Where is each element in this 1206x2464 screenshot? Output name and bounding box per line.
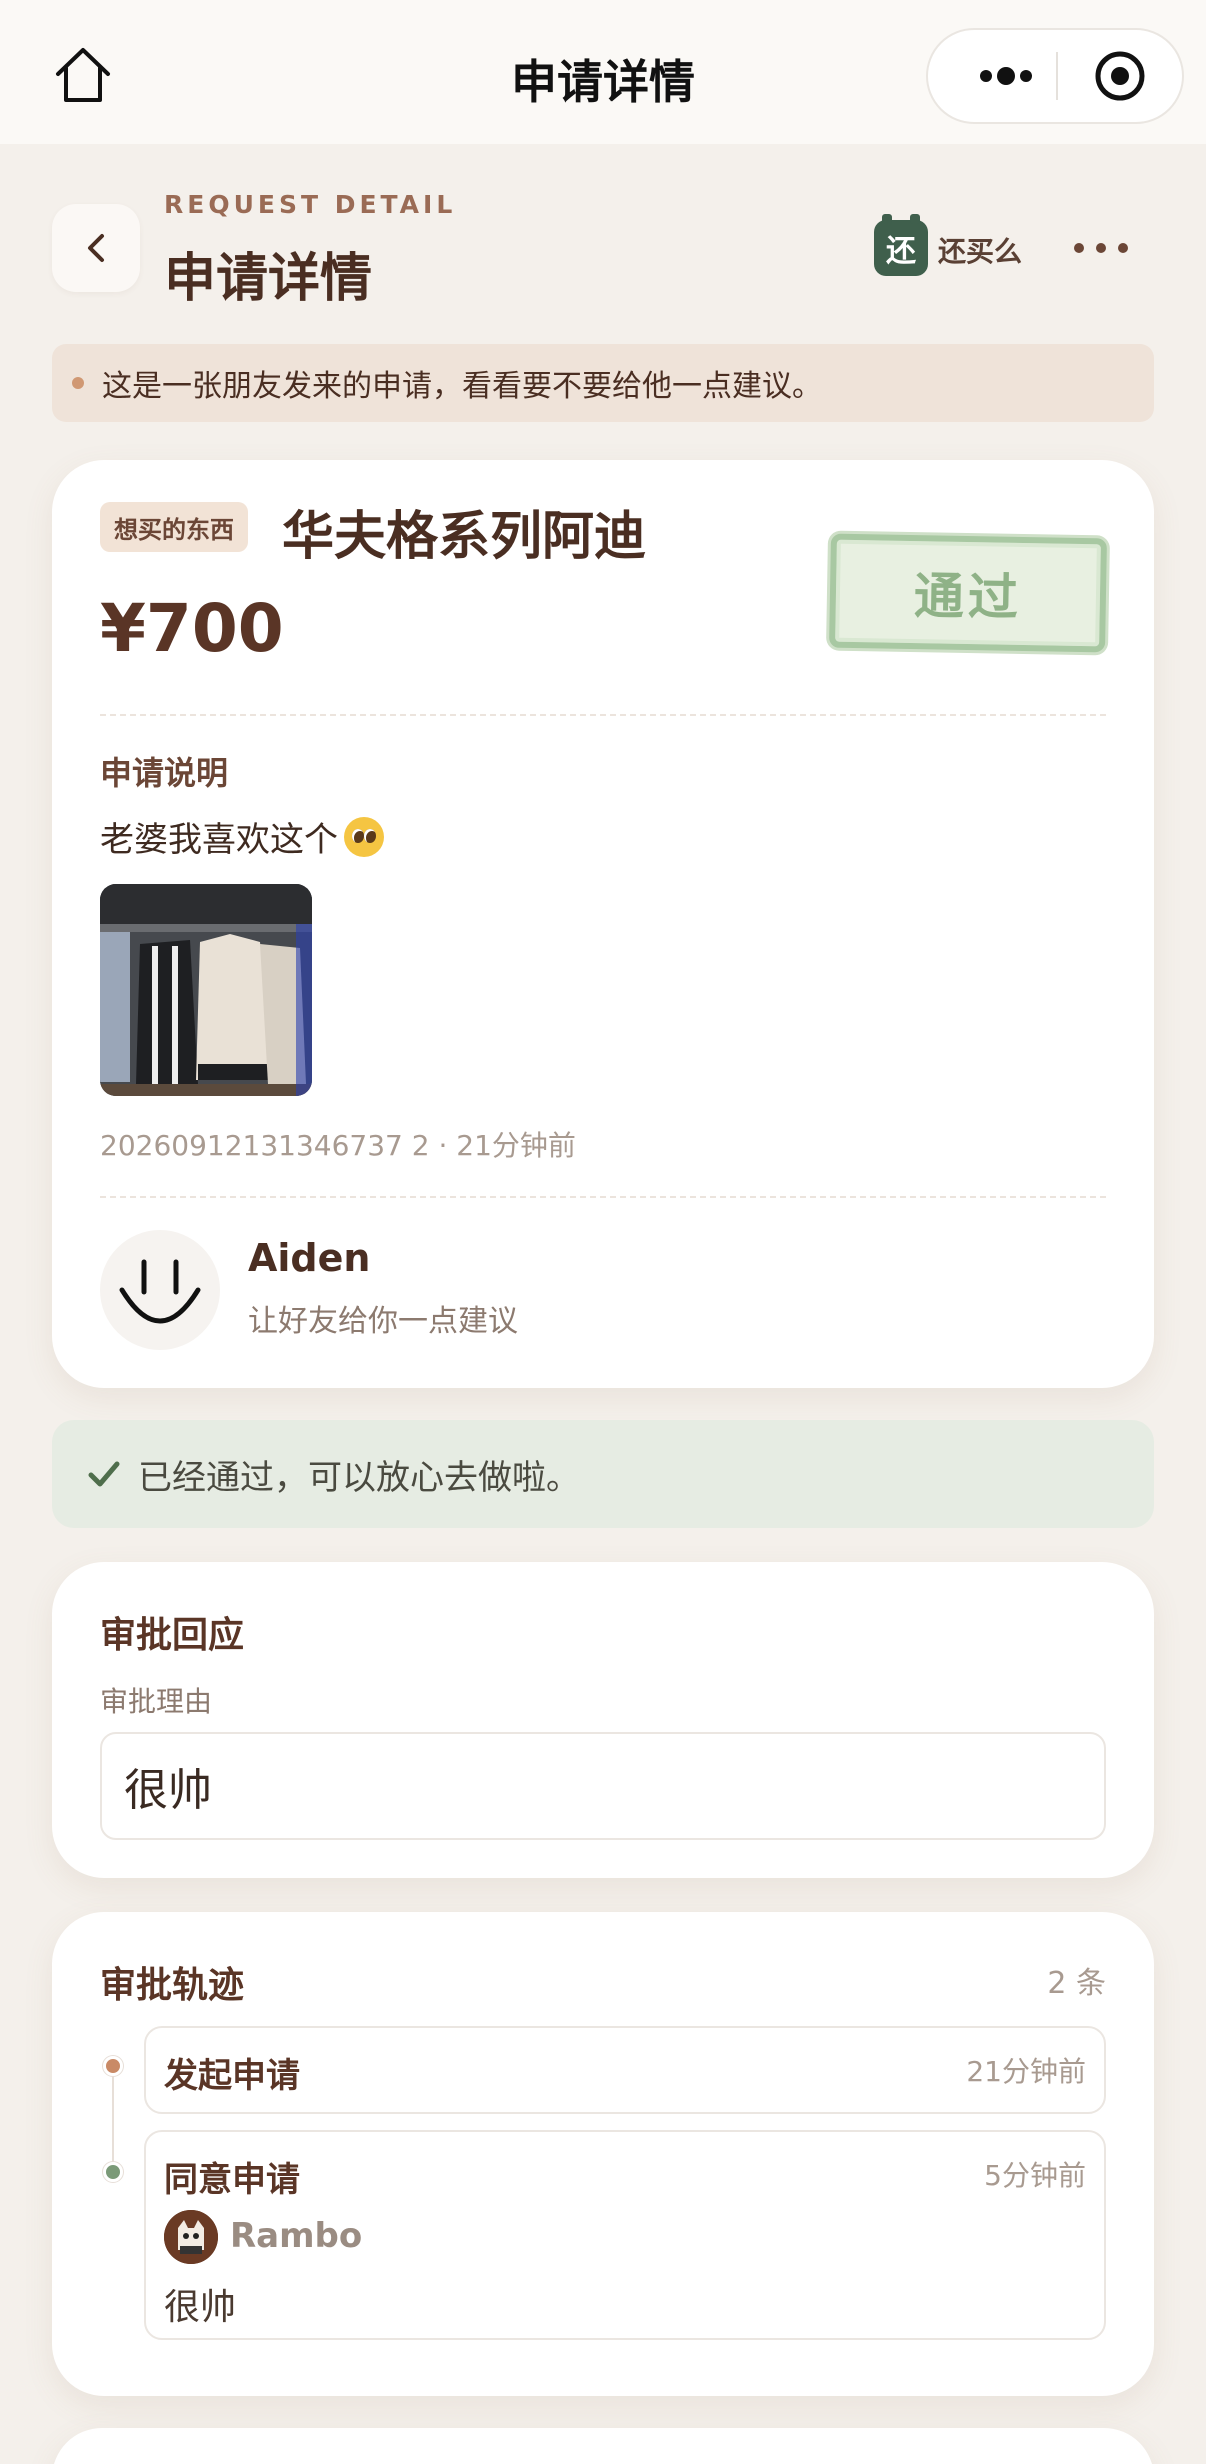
requester-name: Aiden	[248, 1236, 371, 1280]
trail-item: 发起申请 21分钟前	[144, 2026, 1106, 2114]
trail-item-time: 5分钟前	[984, 2159, 1086, 2192]
chevron-left-icon	[88, 234, 104, 262]
trail-item-title: 同意申请	[164, 2160, 300, 2200]
mini-program-navbar: 申请详情	[0, 0, 1206, 144]
approver-avatar[interactable]	[164, 2210, 218, 2264]
description-label: 申请说明	[100, 754, 229, 792]
trail-comment: 很帅	[164, 2287, 237, 2328]
divider	[100, 714, 1106, 716]
more-horizontal-icon[interactable]	[1066, 220, 1136, 276]
item-photo[interactable]	[100, 884, 312, 1096]
approval-trail-card: 审批轨迹 2 条 发起申请 21分钟前 同意申请 5分钟前 Rambo 很帅	[52, 1912, 1154, 2396]
status-text: 已经通过，可以放心去做啦。	[138, 1457, 580, 1498]
timeline-dot	[103, 2056, 123, 2076]
trail-item-title: 发起申请	[164, 2056, 300, 2096]
next-card	[52, 2428, 1154, 2464]
page-title: 申请详情	[164, 249, 373, 309]
item-name: 华夫格系列阿迪	[282, 507, 647, 567]
request-meta: 20260912131346737 2 · 21分钟前	[100, 1129, 576, 1162]
timeline-dot	[103, 2162, 123, 2182]
trail-item: 同意申请 5分钟前 Rambo 很帅	[144, 2130, 1106, 2340]
notice-text: 这是一张朋友发来的申请，看看要不要给他一点建议。	[102, 369, 822, 404]
approval-response-card: 审批回应 审批理由 很帅	[52, 1562, 1154, 1878]
back-button[interactable]	[52, 204, 140, 292]
page-kicker: REQUEST DETAIL	[164, 190, 457, 219]
pleading-face-emoji-icon	[344, 816, 384, 857]
capsule-divider	[1056, 52, 1058, 100]
status-banner: 已经通过，可以放心去做啦。	[52, 1420, 1154, 1528]
notice-dot-icon	[72, 377, 84, 389]
stamp-text: 通过	[913, 567, 1023, 627]
target-icon[interactable]	[1070, 30, 1170, 122]
more-dots-icon[interactable]	[956, 30, 1056, 122]
checkmark-icon	[88, 1461, 120, 1487]
request-card: 想买的东西 华夫格系列阿迪 ¥700 通过 申请说明 老婆我喜欢这个 20260…	[52, 460, 1154, 1388]
capsule-menu	[926, 28, 1184, 124]
trail-count: 2 条	[1047, 1966, 1106, 2001]
item-price: ¥700	[100, 590, 284, 667]
brand-name[interactable]: 还买么	[938, 230, 1022, 270]
trail-item-time: 21分钟前	[966, 2055, 1086, 2088]
reason-field[interactable]: 很帅	[100, 1732, 1106, 1840]
brand-logo-text: 还	[886, 234, 916, 269]
smiley-avatar[interactable]	[100, 1230, 220, 1350]
approved-stamp: 通过	[829, 533, 1107, 653]
timeline-line	[112, 2064, 114, 2176]
notice-bar: 这是一张朋友发来的申请，看看要不要给他一点建议。	[52, 344, 1154, 422]
description: 老婆我喜欢这个	[100, 812, 384, 861]
divider	[100, 1196, 1106, 1198]
requester-subtitle: 让好友给你一点建议	[248, 1304, 518, 1339]
brand-logo[interactable]: 还	[874, 214, 928, 276]
reason-label: 审批理由	[100, 1685, 213, 1718]
description-text: 老婆我喜欢这个	[100, 820, 338, 860]
category-tag: 想买的东西	[100, 502, 248, 552]
trail-title: 审批轨迹	[100, 1965, 245, 2006]
approver-name: Rambo	[230, 2216, 363, 2256]
response-title: 审批回应	[100, 1615, 245, 1656]
